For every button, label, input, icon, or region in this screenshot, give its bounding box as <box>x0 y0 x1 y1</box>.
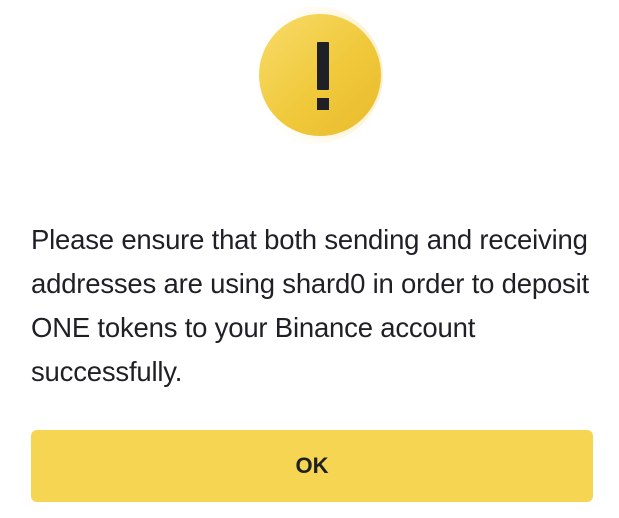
exclamation-bar <box>317 42 329 90</box>
exclamation-dot <box>317 98 329 110</box>
deposit-warning-dialog: Please ensure that both sending and rece… <box>0 0 619 518</box>
warning-exclamation-icon <box>259 14 381 136</box>
warning-icon-wrapper <box>245 0 383 150</box>
ok-button[interactable]: OK <box>31 430 593 502</box>
warning-message: Please ensure that both sending and rece… <box>31 224 589 387</box>
